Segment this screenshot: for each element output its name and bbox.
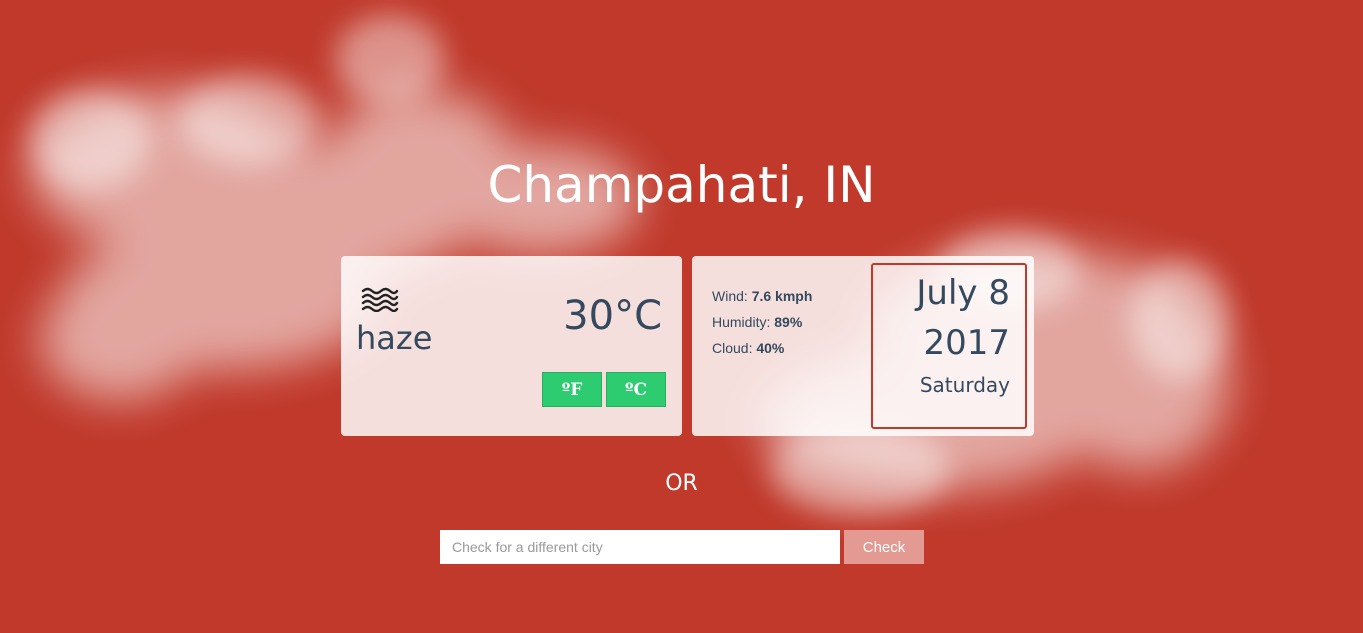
fahrenheit-button[interactable]: ºF [542,372,602,407]
check-button[interactable]: Check [844,530,924,564]
date-weekday: Saturday [919,373,1010,397]
date-box: July 8 2017 Saturday [871,263,1027,429]
date-year: 2017 [923,323,1010,363]
humidity-value: 89% [774,314,803,330]
cloud-stat: Cloud: 40% [712,335,812,361]
wind-stat: Wind: 7.6 kmph [712,283,812,309]
haze-icon [361,287,399,312]
current-weather-card: haze 30°C ºF ºC [341,256,682,436]
or-separator: OR [665,471,698,496]
details-card: Wind: 7.6 kmph Humidity: 89% Cloud: 40% … [692,256,1034,436]
humidity-label: Humidity: [712,314,771,330]
weather-stats: Wind: 7.6 kmph Humidity: 89% Cloud: 40% [712,283,812,361]
wind-value: 7.6 kmph [751,288,813,304]
city-title: Champahati, IN [487,156,876,214]
weather-condition: haze [356,319,433,357]
wind-label: Wind: [712,288,748,304]
cloud-label: Cloud: [712,340,753,356]
humidity-stat: Humidity: 89% [712,309,812,335]
celsius-button[interactable]: ºC [606,372,666,407]
temperature-value: 30°C [563,293,662,339]
cloud-value: 40% [756,340,785,356]
city-search-input[interactable] [440,530,840,564]
date-month-day: July 8 [916,273,1010,313]
